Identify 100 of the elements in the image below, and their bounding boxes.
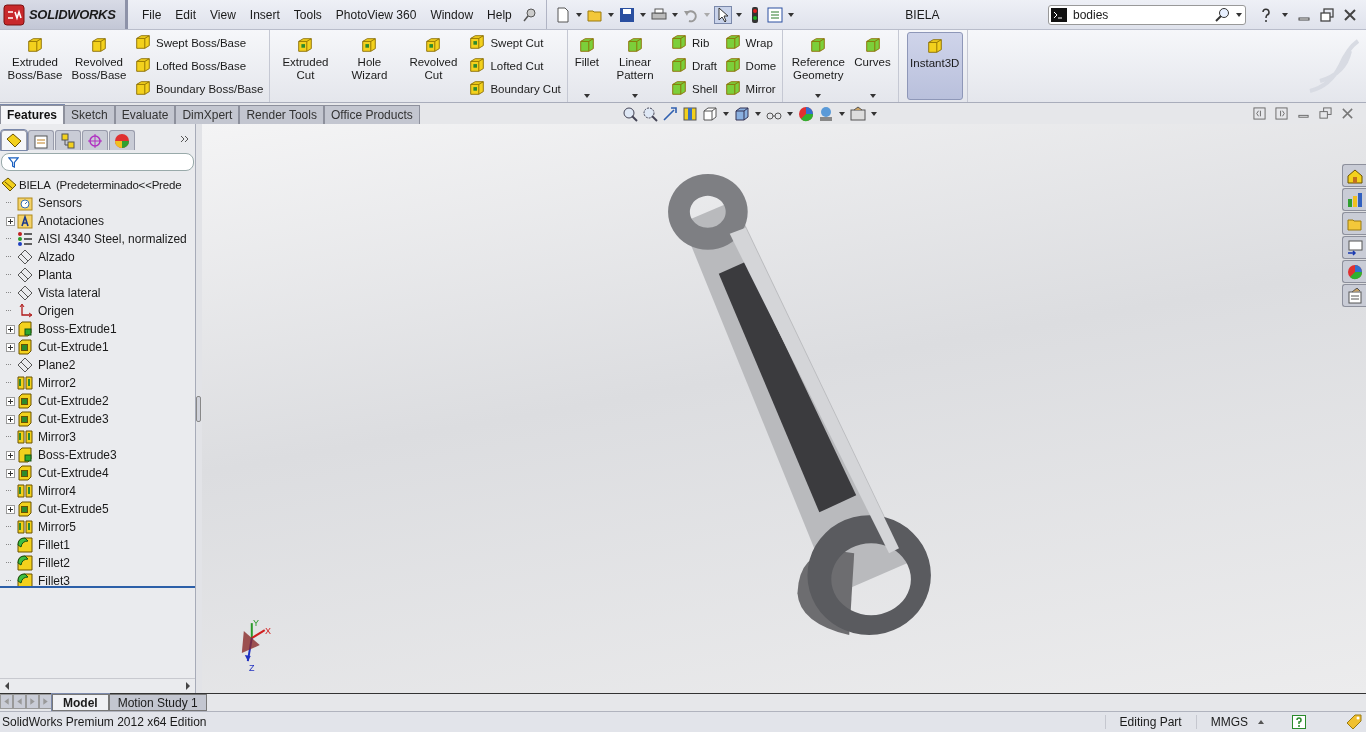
task-pane-tab[interactable]	[1342, 164, 1366, 187]
manager-tab[interactable]	[55, 130, 81, 150]
manager-tab[interactable]	[109, 130, 135, 150]
ribbon-button[interactable]: Linear Pattern	[604, 32, 666, 100]
ribbon-button[interactable]: Lofted Cut	[466, 55, 563, 77]
tree-item[interactable]: Cut-Extrude2	[38, 394, 109, 408]
command-tab[interactable]: Sketch	[64, 105, 115, 124]
ribbon-button[interactable]: Swept Boss/Base	[132, 32, 266, 55]
display-style-icon[interactable]	[733, 105, 750, 122]
dropdown-caret-icon[interactable]	[786, 111, 793, 116]
tree-item[interactable]: Origen	[38, 304, 75, 318]
ribbon-button[interactable]: Wrap	[721, 32, 779, 55]
dropdown-caret-icon[interactable]	[722, 111, 729, 116]
dropdown-caret-icon[interactable]	[1282, 12, 1288, 17]
task-pane-tab[interactable]	[1342, 236, 1366, 259]
ribbon-button[interactable]: Fillet	[571, 32, 602, 100]
tree-item[interactable]: Anotaciones	[38, 214, 105, 228]
ribbon-button[interactable]: Draft	[668, 55, 720, 77]
menu-item[interactable]: File	[136, 4, 168, 25]
expand-icon[interactable]	[6, 396, 15, 406]
model-tab[interactable]: Model	[52, 694, 109, 711]
ribbon-button[interactable]: Revolved Cut	[402, 32, 465, 100]
save-icon[interactable]	[618, 6, 635, 23]
pin-icon[interactable]	[521, 6, 538, 23]
section-view-icon[interactable]	[681, 105, 698, 122]
tree-item[interactable]: Mirror4	[38, 484, 76, 498]
tree-item[interactable]: Mirror5	[38, 520, 76, 534]
dropdown-caret-icon[interactable]	[575, 12, 582, 17]
tree-item[interactable]: Alzado	[38, 250, 75, 264]
collapse-handle[interactable]	[196, 395, 201, 422]
ribbon-button[interactable]: Mirror	[721, 77, 779, 100]
menu-item[interactable]: Tools	[287, 4, 328, 25]
previous-view-icon[interactable]	[661, 105, 678, 122]
tree-item[interactable]: Boss-Extrude3	[38, 448, 117, 462]
view-orientation-icon[interactable]	[701, 105, 718, 122]
search-field[interactable]: bodies	[1048, 4, 1246, 25]
command-tab[interactable]: Render Tools	[239, 105, 324, 124]
menu-item[interactable]: Window	[424, 4, 480, 25]
dropdown-caret-icon[interactable]	[735, 12, 742, 17]
tree-item[interactable]: Plane2	[38, 358, 76, 372]
ribbon-button[interactable]: Dome	[721, 55, 779, 77]
ribbon-button[interactable]: Boundary Boss/Base	[132, 77, 266, 100]
menu-item[interactable]: Help	[481, 4, 518, 25]
tile-left-icon[interactable]	[1253, 107, 1266, 120]
tree-item[interactable]: Mirror3	[38, 430, 76, 444]
ribbon-button[interactable]: Rib	[668, 32, 720, 55]
expand-icon[interactable]	[6, 504, 15, 514]
print-icon[interactable]	[650, 6, 667, 23]
dropdown-caret-icon[interactable]	[870, 111, 877, 116]
expand-chevron-icon[interactable]	[180, 134, 190, 144]
expand-icon[interactable]	[6, 216, 15, 226]
tree-item[interactable]: Fillet2	[38, 556, 70, 570]
tree-item[interactable]: BIELA (Predeterminado<<Prede	[19, 179, 182, 191]
restore-icon[interactable]	[1319, 6, 1335, 23]
ribbon-button[interactable]: Boundary Cut	[466, 77, 563, 100]
ribbon-button[interactable]: Curves	[851, 32, 894, 100]
search-icon[interactable]	[1215, 6, 1231, 23]
tree-item[interactable]: Boss-Extrude1	[38, 322, 117, 336]
ribbon-button[interactable]: Instant3D	[906, 32, 963, 100]
expand-icon[interactable]	[6, 414, 15, 424]
ribbon-button[interactable]: Shell	[668, 77, 720, 100]
units-selector[interactable]: MMGS	[1195, 715, 1278, 729]
tree-item[interactable]: Planta	[38, 268, 73, 282]
zoom-area-icon[interactable]	[641, 105, 658, 122]
ribbon-button[interactable]: Revolved Boss/Base	[68, 32, 130, 100]
appearance-icon[interactable]	[797, 105, 814, 122]
tree-item[interactable]: Fillet3	[38, 574, 70, 586]
manager-tab[interactable]	[28, 130, 54, 150]
tree-item[interactable]: Mirror2	[38, 376, 76, 390]
dropdown-caret-icon[interactable]	[754, 111, 761, 116]
zoom-fit-icon[interactable]	[621, 105, 638, 122]
tree-item[interactable]: Vista lateral	[38, 286, 101, 300]
tag-icon[interactable]	[1346, 714, 1362, 730]
tree-item[interactable]: Cut-Extrude1	[38, 340, 109, 354]
close-icon[interactable]	[1341, 107, 1354, 120]
tree-item[interactable]: Fillet1	[38, 538, 70, 552]
dropdown-caret-icon[interactable]	[607, 12, 614, 17]
dropdown-caret-icon[interactable]	[639, 12, 646, 17]
menu-item[interactable]: View	[204, 4, 242, 25]
manager-tab[interactable]	[82, 130, 108, 150]
ribbon-button[interactable]: Extruded Boss/Base	[4, 32, 66, 100]
ribbon-button[interactable]: Extruded Cut	[274, 32, 337, 100]
restore-icon[interactable]	[1319, 107, 1332, 120]
tree-item[interactable]: Sensors	[38, 196, 83, 210]
expand-icon[interactable]	[6, 468, 15, 478]
ribbon-button[interactable]: Swept Cut	[466, 32, 563, 55]
task-pane-tab[interactable]	[1342, 284, 1366, 307]
select-pointer-icon[interactable]	[714, 6, 731, 23]
tree-item[interactable]: Cut-Extrude4	[38, 466, 109, 480]
ribbon-button[interactable]: Reference Geometry	[787, 32, 850, 100]
dropdown-caret-icon[interactable]	[838, 111, 845, 116]
scroll-left-icon[interactable]	[4, 682, 10, 690]
task-pane-tab[interactable]	[1342, 260, 1366, 283]
menu-item[interactable]: Insert	[243, 4, 286, 25]
tile-right-icon[interactable]	[1275, 107, 1288, 120]
dropdown-caret-icon[interactable]	[1236, 12, 1242, 17]
manager-tab[interactable]	[1, 130, 27, 150]
dropdown-caret-icon[interactable]	[671, 12, 678, 17]
command-tab[interactable]: DimXpert	[175, 105, 240, 124]
command-tab[interactable]: Features	[0, 105, 65, 124]
